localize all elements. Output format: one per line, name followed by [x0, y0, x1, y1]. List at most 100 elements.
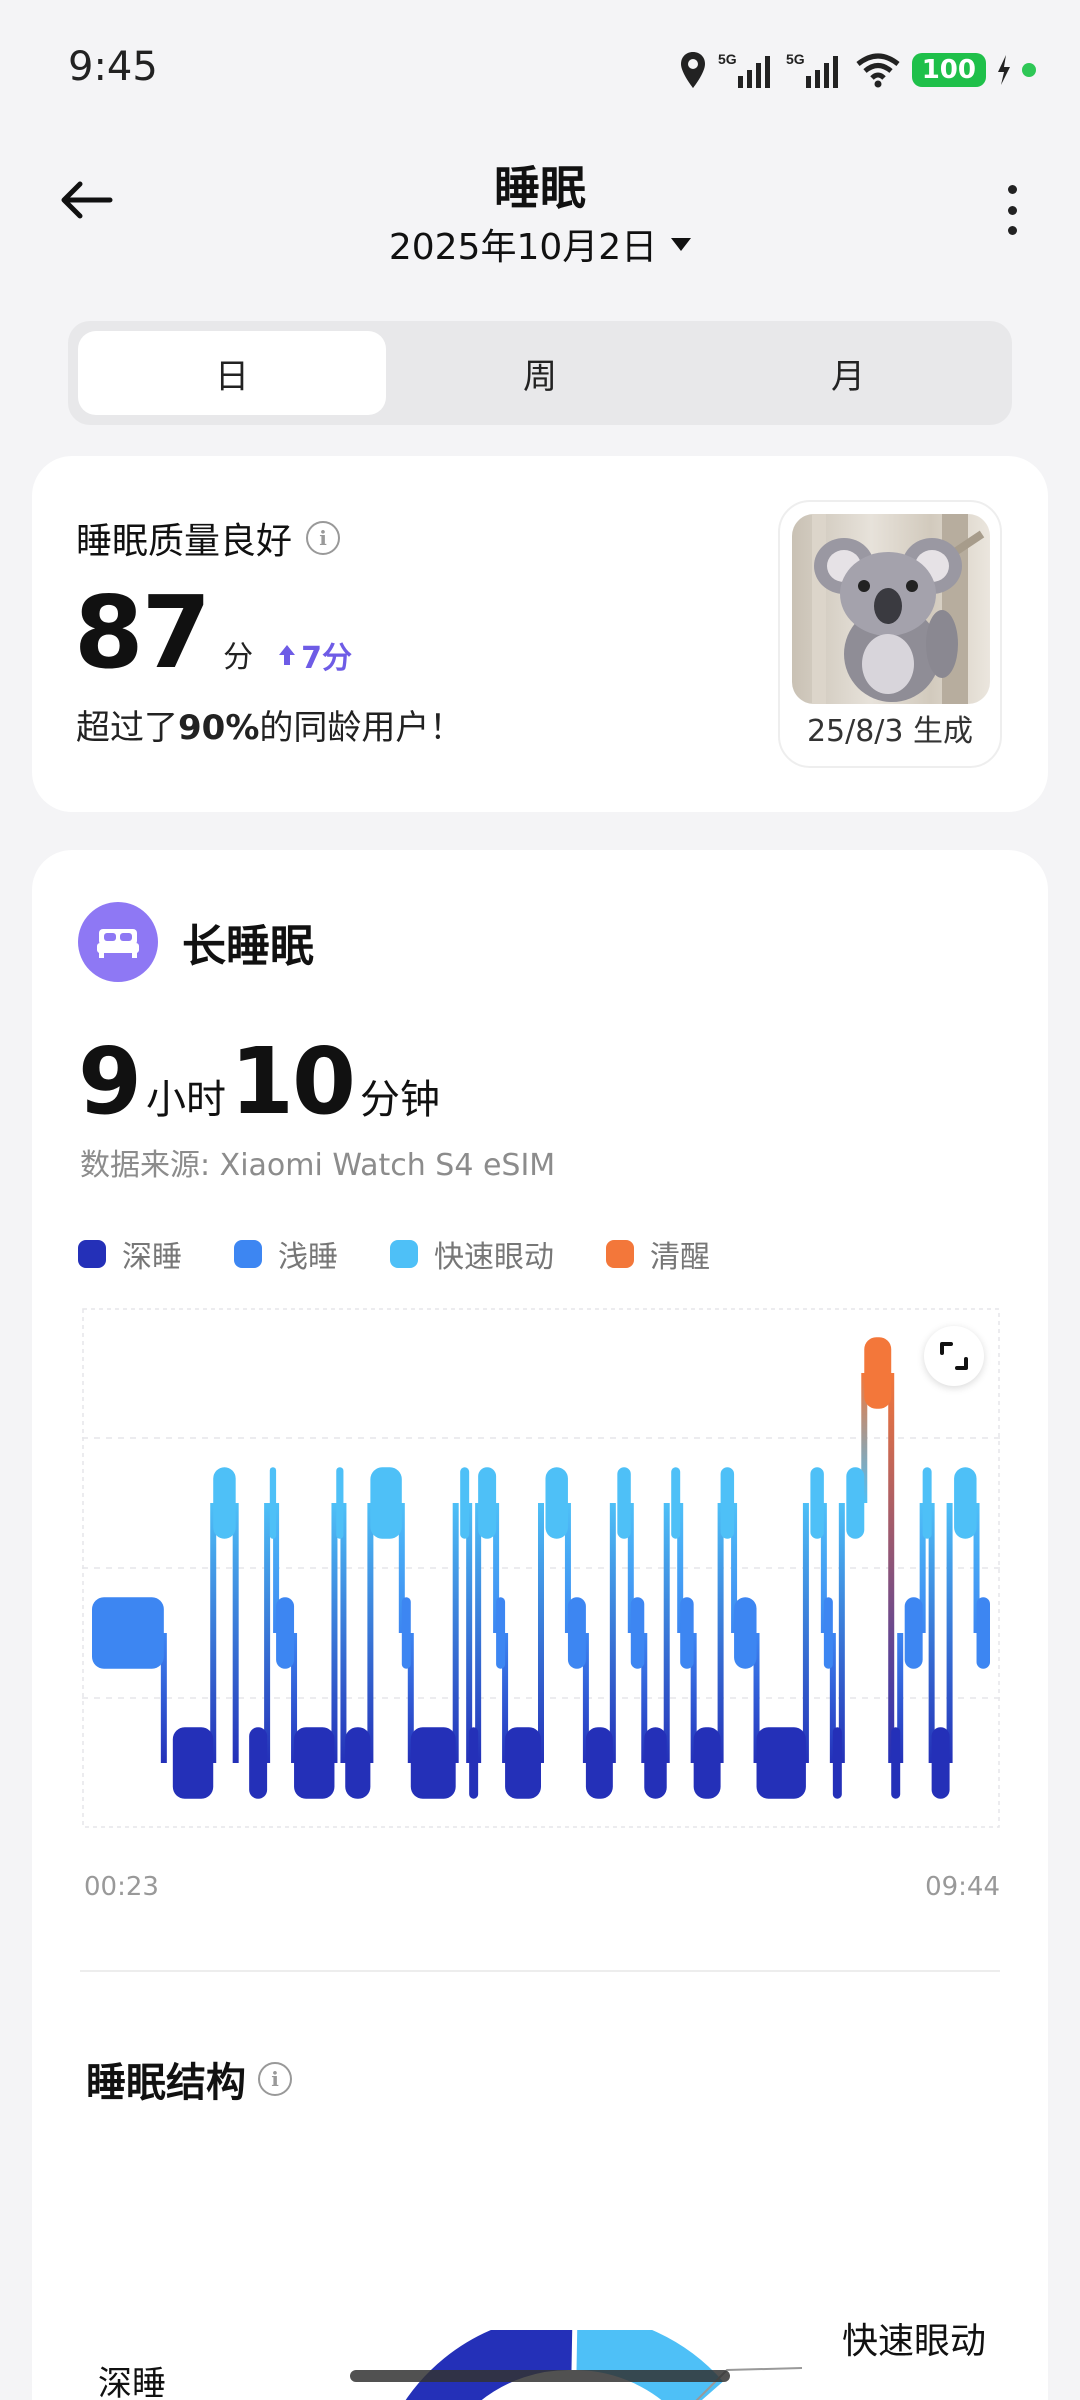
desc-suffix: 的同龄用户！: [259, 708, 464, 748]
stage-bar-light: [567, 1597, 586, 1669]
quality-score-unit: 分: [223, 640, 254, 675]
bed-icon: [78, 902, 158, 982]
stage-bar-deep: [410, 1727, 456, 1799]
sleep-animal-badge[interactable]: 25/8/3 生成: [778, 500, 1002, 768]
divider: [80, 1970, 1000, 1972]
dot: [1007, 185, 1017, 194]
data-source: 数据来源: Xiaomi Watch S4 eSIM: [80, 1148, 556, 1183]
tab-month[interactable]: 月: [694, 331, 1002, 415]
stage-connector: [838, 1503, 845, 1763]
stage-bar-rem: [370, 1467, 402, 1539]
more-options-button[interactable]: [1002, 185, 1022, 235]
stage-bar-light: [92, 1597, 164, 1669]
stage-bar-deep: [505, 1727, 541, 1799]
legend-label: 深睡: [122, 1240, 182, 1275]
structure-label-rem: 快速眼动: [841, 2321, 986, 2362]
stage-bar-deep: [172, 1727, 214, 1799]
arrow-up-icon: [279, 645, 296, 665]
stage-bar-light: [630, 1597, 645, 1669]
caret-down-icon: [671, 237, 692, 251]
stage-bar-rem: [720, 1467, 735, 1539]
stage-bar-rem: [922, 1467, 932, 1539]
info-icon[interactable]: i: [258, 2062, 292, 2096]
duration-hours: 9: [78, 1028, 142, 1135]
signal-icon: 5G: [718, 50, 776, 90]
stage-bar-deep: [644, 1727, 667, 1799]
chart-start-time: 00:23: [84, 1872, 159, 1902]
stage-bar-light: [904, 1597, 923, 1669]
stage-bar-rem: [336, 1467, 344, 1539]
net-label-2: 5G: [786, 51, 805, 67]
stage-bar-light: [276, 1597, 295, 1669]
koala-image: [792, 514, 990, 704]
privacy-dot-icon: [1022, 63, 1036, 77]
date-picker[interactable]: 2025年10月2日: [0, 218, 1080, 270]
tab-day[interactable]: 日: [78, 331, 386, 415]
quality-title: 睡眠质量良好: [76, 521, 293, 562]
stage-connector: [888, 1373, 895, 1763]
desc-prefix: 超过了: [76, 708, 178, 748]
stage-bar-deep: [832, 1727, 842, 1799]
status-bar: 9:45 5G 5G 100: [0, 0, 1080, 130]
stage-bar-rem: [545, 1467, 568, 1539]
structure-label-deep: 深睡: [98, 2364, 166, 2400]
stage-bar-deep: [585, 1727, 613, 1799]
date-label: 2025年10月2日: [388, 227, 658, 268]
legend-item-rem: 快速眼动: [390, 1232, 554, 1276]
home-indicator[interactable]: [350, 2370, 730, 2382]
period-segmented-control: 日 周 月: [68, 321, 1012, 425]
expand-chart-button[interactable]: [924, 1326, 984, 1386]
sleep-stage-svg: [82, 1308, 1000, 1828]
stage-bar-light: [734, 1597, 757, 1669]
chart-end-time: 09:44: [925, 1872, 1000, 1902]
stage-connector: [717, 1503, 724, 1763]
stage-bar-deep: [345, 1727, 371, 1799]
stage-bar-rem: [846, 1467, 865, 1539]
stage-bar-deep: [249, 1727, 268, 1799]
stage-bar-rem: [269, 1467, 277, 1539]
legend-label: 清醒: [650, 1240, 710, 1275]
legend-label: 浅睡: [278, 1240, 338, 1275]
stage-bar-wake: [864, 1337, 892, 1409]
location-icon: [678, 50, 708, 90]
long-sleep-header: 长睡眠: [78, 902, 314, 982]
stage-connector: [452, 1503, 459, 1763]
stage-bar-rem: [478, 1467, 497, 1539]
dot: [1007, 226, 1017, 235]
quality-description: 超过了90%的同龄用户！: [76, 700, 463, 749]
long-sleep-card: 长睡眠 9 小时 10 分钟 数据来源: Xiaomi Watch S4 eSI…: [32, 850, 1048, 2400]
stage-bar-rem: [617, 1467, 631, 1539]
stage-bar-light: [823, 1597, 833, 1669]
stage-connector: [264, 1503, 271, 1763]
stage-bar-deep: [294, 1727, 335, 1799]
stage-connector: [210, 1503, 217, 1763]
stage-bar-light: [401, 1597, 411, 1669]
sleep-duration: 9 小时 10 分钟: [78, 1028, 444, 1135]
stage-bar-light: [496, 1597, 506, 1669]
chart-legend: 深睡 浅睡 快速眼动 清醒: [78, 1232, 762, 1276]
stage-bar-deep: [469, 1727, 479, 1799]
legend-swatch: [78, 1240, 106, 1268]
stage-bar-deep: [756, 1727, 806, 1799]
sleep-stage-chart[interactable]: [82, 1308, 1000, 1878]
desc-percent: 90%: [178, 708, 260, 748]
stage-bar-rem: [460, 1467, 470, 1539]
legend-swatch: [390, 1240, 418, 1268]
expand-icon: [940, 1342, 968, 1370]
stage-connector: [232, 1503, 239, 1763]
stage-connector: [609, 1503, 616, 1763]
score-delta: 7分: [277, 633, 352, 677]
stage-bar-deep: [891, 1727, 901, 1799]
status-icons: 5G 5G 100: [678, 46, 1036, 94]
stage-connector: [663, 1503, 670, 1763]
info-icon[interactable]: i: [306, 521, 341, 555]
battery-indicator: 100: [911, 53, 986, 87]
sleep-quality-card[interactable]: 睡眠质量良好 i 87 分 7分 超过了90%的同龄用户！ 25/8/3 生成: [32, 456, 1048, 812]
duration-hours-unit: 小时: [146, 1077, 227, 1123]
stage-bar-light: [976, 1597, 990, 1669]
quality-score: 87: [74, 574, 211, 691]
signal-icon-2: 5G: [786, 50, 844, 90]
quality-score-row: 87 分 7分: [74, 574, 352, 691]
stage-connector: [946, 1503, 953, 1763]
tab-week[interactable]: 周: [386, 331, 694, 415]
